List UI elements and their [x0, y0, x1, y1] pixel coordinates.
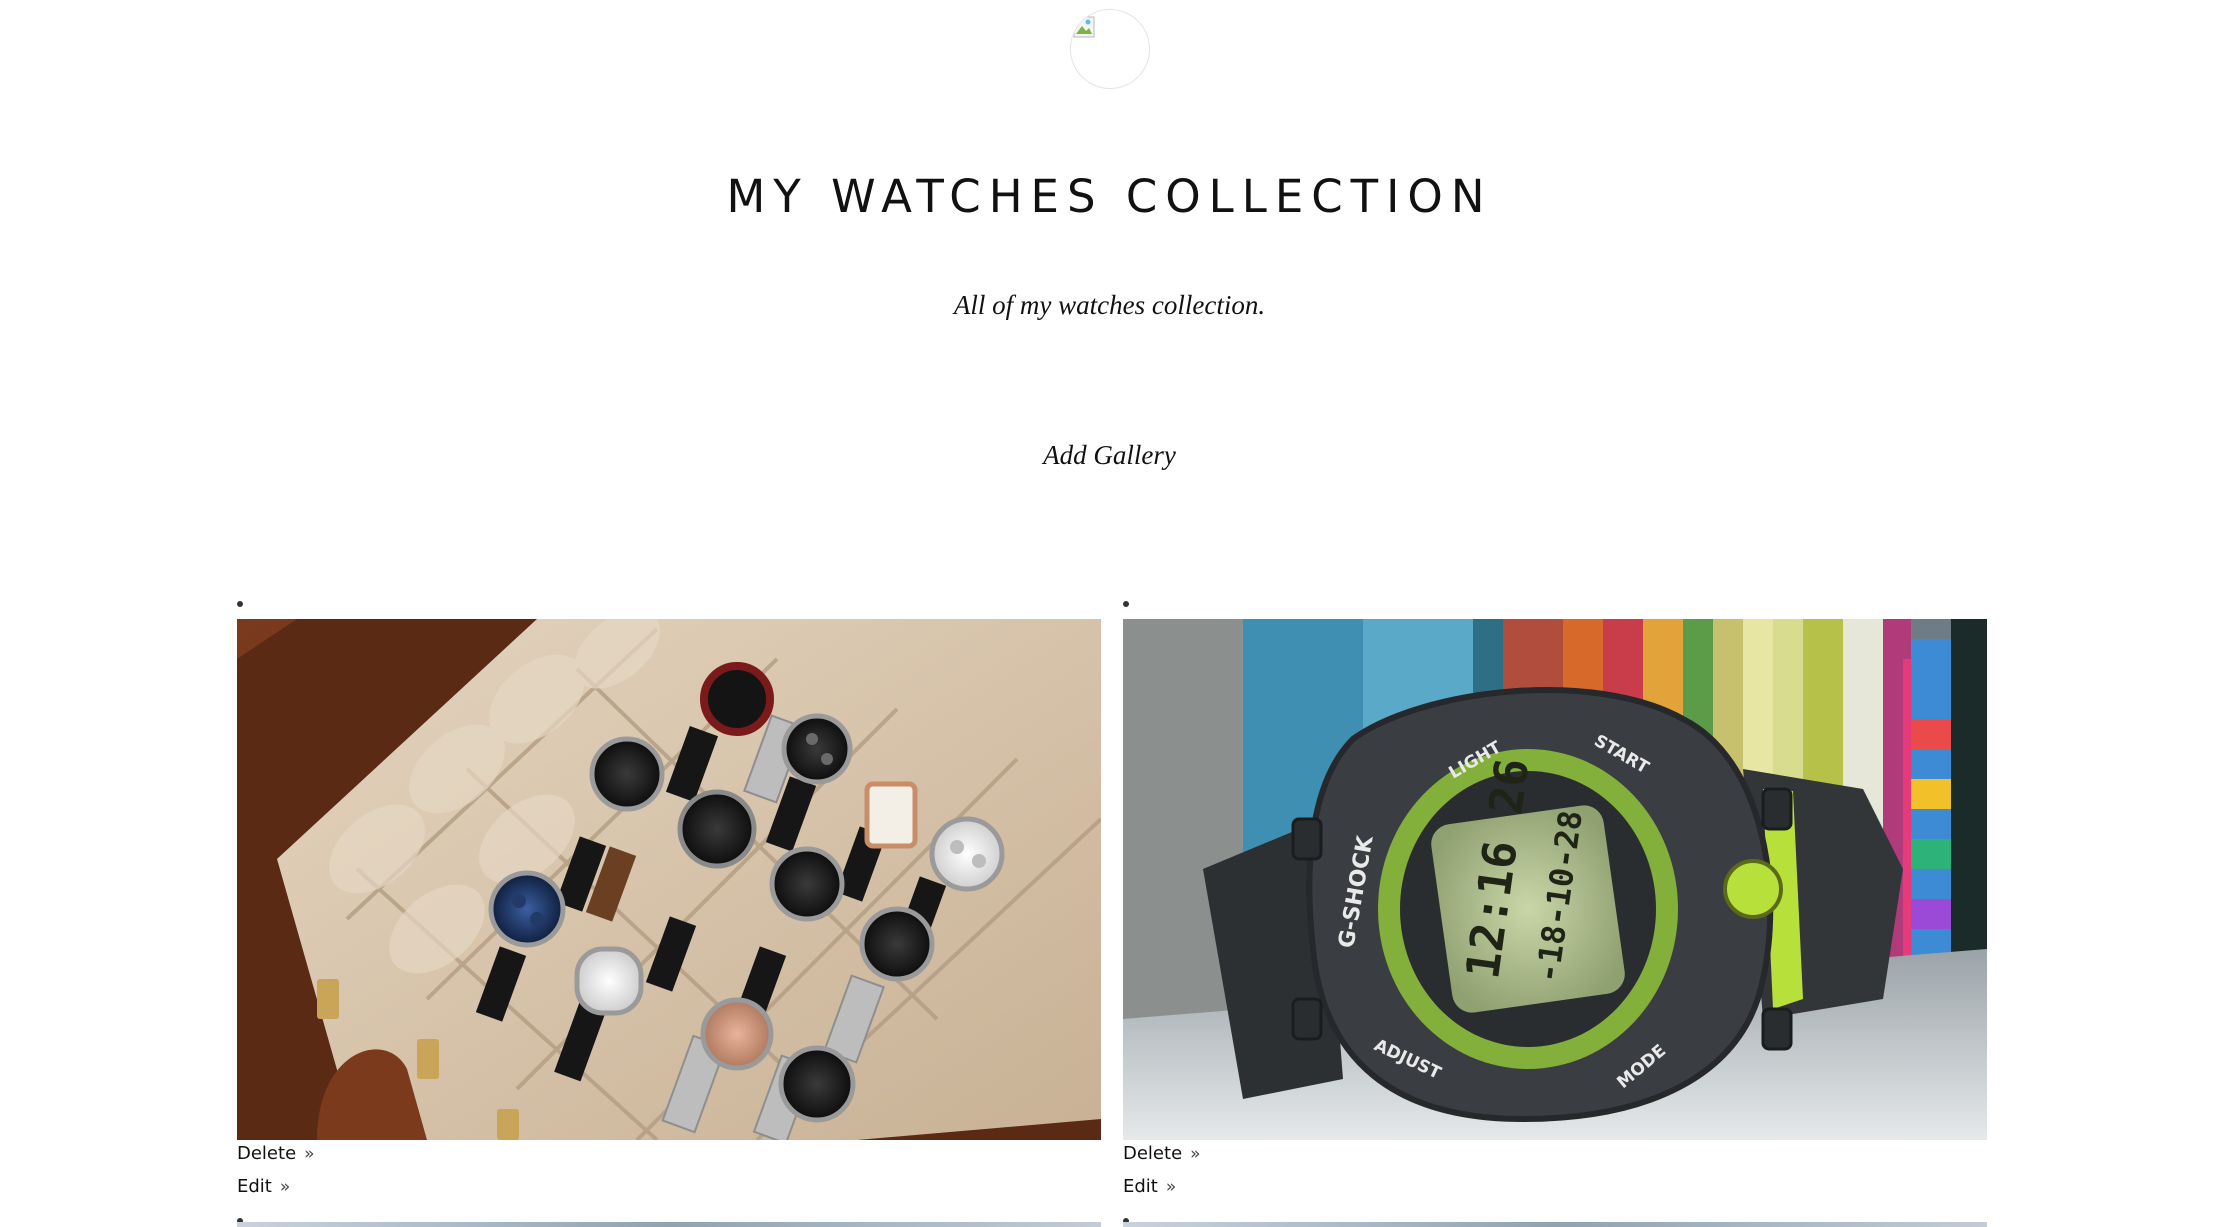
delete-link-label: Delete	[1123, 1143, 1183, 1164]
chevron-right-icon: »	[279, 1177, 291, 1197]
add-gallery-link-wrap: Add Gallery	[0, 440, 2219, 471]
broken-image-icon	[1073, 16, 1095, 38]
watch-case-photo-icon	[237, 619, 1101, 1140]
gshock-watch-photo-icon: 12:16 26 -18-10-28 LIGHT START ADJUST MO…	[1123, 619, 1987, 1140]
edit-link-label: Edit	[237, 1176, 272, 1197]
edit-link[interactable]: Edit »	[1123, 1176, 1176, 1197]
site-logo-avatar[interactable]	[1070, 9, 1150, 89]
add-gallery-link[interactable]: Add Gallery	[1043, 440, 1176, 470]
chevron-right-icon: »	[304, 1144, 315, 1164]
page: MY WATCHES COLLECTION All of my watches …	[0, 0, 2219, 1227]
gallery-image-watch-case[interactable]	[237, 619, 1101, 1140]
chevron-right-icon: »	[1190, 1144, 1201, 1164]
site-tagline: All of my watches collection.	[953, 290, 1266, 320]
list-bullet	[1123, 601, 1129, 607]
chevron-right-icon: »	[1165, 1177, 1177, 1197]
edit-link-label: Edit	[1123, 1176, 1158, 1197]
delete-link-label: Delete	[237, 1143, 297, 1164]
edit-link[interactable]: Edit »	[237, 1176, 290, 1197]
delete-link[interactable]: Delete »	[237, 1143, 315, 1164]
delete-link[interactable]: Delete »	[1123, 1143, 1201, 1164]
list-bullet	[237, 601, 243, 607]
site-title: MY WATCHES COLLECTION	[726, 170, 1493, 223]
gallery-image-next-peek[interactable]	[1123, 1222, 1987, 1227]
gallery-image-next-peek[interactable]	[237, 1222, 1101, 1227]
gallery-image-gshock[interactable]: 12:16 26 -18-10-28 LIGHT START ADJUST MO…	[1123, 619, 1987, 1140]
